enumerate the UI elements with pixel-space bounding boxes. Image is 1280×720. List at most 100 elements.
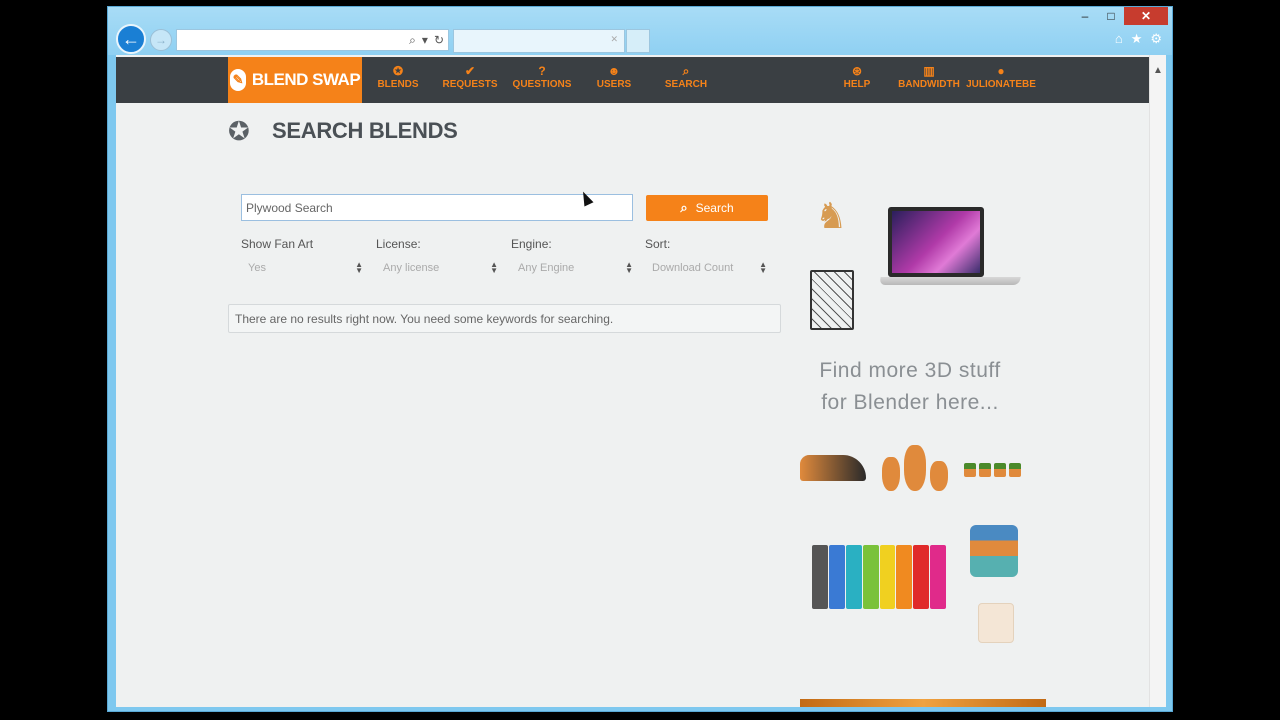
laptop-image bbox=[888, 207, 984, 277]
blender-icon: ✪ bbox=[392, 64, 404, 78]
blender-icon: ✪ bbox=[228, 116, 250, 146]
select-arrows-icon: ▲ ▼ bbox=[625, 260, 633, 275]
select-arrows-icon: ▲ ▼ bbox=[759, 260, 767, 275]
minimize-button[interactable]: – bbox=[1072, 7, 1098, 25]
filter-label: Engine: bbox=[511, 237, 552, 251]
page-viewport: ✎ BLEND SWAP ✪ BLENDS ✔ REQUESTS ? QUEST… bbox=[116, 55, 1166, 707]
search-button-label: Search bbox=[695, 201, 734, 215]
chevron-up-icon[interactable]: ▲ bbox=[1153, 65, 1163, 76]
nav-label: BLENDS bbox=[377, 79, 419, 90]
select-value: Any Engine bbox=[518, 262, 575, 274]
nav-requests[interactable]: ✔ REQUESTS bbox=[438, 63, 502, 90]
ad-text: Find more 3D stuff for Blender here... bbox=[810, 355, 1010, 419]
select-arrows-icon: ▲ ▼ bbox=[490, 260, 498, 275]
search-button[interactable]: ⌕ Search bbox=[646, 195, 768, 221]
nav-users[interactable]: ☻ USERS bbox=[582, 63, 646, 90]
gear-icon[interactable]: ⚙ bbox=[1150, 31, 1162, 47]
browser-tab[interactable]: ✕ bbox=[453, 29, 625, 53]
star-icon[interactable]: ★ bbox=[1131, 31, 1143, 47]
lamp-image bbox=[978, 603, 1014, 643]
search-input[interactable] bbox=[241, 194, 633, 221]
engine-select[interactable]: Any Engine ▲ ▼ bbox=[511, 259, 633, 277]
filter-license: License: Any license ▲ ▼ bbox=[376, 237, 498, 277]
plant-pot-image bbox=[994, 463, 1006, 477]
nav-label: SEARCH bbox=[664, 79, 708, 90]
sidebar-ad[interactable]: ♞ Find more 3D stuff for Blender here... bbox=[800, 185, 1046, 707]
user-icon: ● bbox=[997, 64, 1005, 78]
back-button[interactable]: ← bbox=[116, 24, 146, 54]
vase-image bbox=[904, 445, 926, 491]
select-value: Download Count bbox=[652, 262, 734, 274]
nav-user[interactable]: ● JULIONATEBE bbox=[966, 63, 1036, 90]
vases-image bbox=[882, 441, 952, 491]
nav-label: REQUESTS bbox=[442, 79, 498, 90]
logo-text: BLEND SWAP bbox=[251, 70, 361, 89]
select-value: Yes bbox=[248, 262, 266, 274]
refresh-icon[interactable]: ↻ bbox=[434, 33, 444, 48]
ipod-image bbox=[930, 545, 946, 609]
banner-strip-image bbox=[800, 699, 1046, 707]
vertical-scrollbar[interactable]: ▲ bbox=[1149, 55, 1166, 707]
lifebuoy-icon: ⊛ bbox=[851, 64, 863, 78]
nav-search[interactable]: ⌕ SEARCH bbox=[654, 63, 718, 90]
users-icon: ☻ bbox=[607, 64, 621, 78]
search-icon: ⌕ bbox=[682, 64, 690, 78]
license-select[interactable]: Any license ▲ ▼ bbox=[376, 259, 498, 277]
laptop-base-image bbox=[879, 277, 1021, 285]
nav-help[interactable]: ⊛ HELP bbox=[825, 63, 889, 90]
arrow-right-icon: → bbox=[155, 33, 167, 47]
filter-label: License: bbox=[376, 237, 421, 251]
ipod-image bbox=[828, 545, 845, 609]
arrow-left-icon: ← bbox=[122, 28, 140, 49]
question-icon: ? bbox=[538, 64, 546, 78]
window-controls: – □ ✕ bbox=[1072, 7, 1168, 25]
ipod-image bbox=[913, 545, 930, 609]
ipod-image bbox=[862, 545, 879, 609]
ipod-image bbox=[845, 545, 862, 609]
logo-icon: ✎ bbox=[229, 69, 246, 91]
filter-engine: Engine: Any Engine ▲ ▼ bbox=[511, 237, 633, 277]
close-tab-icon[interactable]: ✕ bbox=[610, 34, 618, 45]
jars-image bbox=[970, 525, 1018, 577]
nav-label: HELP bbox=[843, 79, 871, 90]
vase-image bbox=[930, 461, 948, 491]
bar-chart-icon: ▥ bbox=[923, 64, 935, 78]
plant-pot-image bbox=[1009, 463, 1021, 477]
ipods-image bbox=[812, 545, 946, 609]
filter-sort: Sort: Download Count ▲ ▼ bbox=[645, 237, 767, 277]
maximize-button[interactable]: □ bbox=[1098, 7, 1124, 25]
ipod-image bbox=[812, 545, 828, 609]
ipod-image bbox=[896, 545, 913, 609]
browser-toolbar: – □ ✕ ← → ⌕ ▾ ↻ ✕ ⌂ ★ ⚙ bbox=[108, 7, 1172, 55]
page-title-text: SEARCH BLENDS bbox=[272, 118, 458, 143]
address-bar[interactable]: ⌕ ▾ ↻ bbox=[176, 29, 449, 51]
home-icon[interactable]: ⌂ bbox=[1115, 31, 1123, 47]
chevron-down-icon[interactable]: ▾ bbox=[422, 33, 428, 48]
browser-tools: ⌂ ★ ⚙ bbox=[1115, 31, 1162, 47]
search-icon: ⌕ bbox=[680, 200, 688, 215]
forward-button[interactable]: → bbox=[150, 29, 172, 51]
no-results-message: There are no results right now. You need… bbox=[228, 304, 781, 333]
ad-line-1: Find more 3D stuff bbox=[819, 359, 1001, 382]
sort-select[interactable]: Download Count ▲ ▼ bbox=[645, 259, 767, 277]
plants-image bbox=[964, 455, 1030, 477]
nav-blends[interactable]: ✪ BLENDS bbox=[366, 63, 430, 90]
dinosaur-image: ♞ bbox=[815, 195, 848, 236]
check-icon: ✔ bbox=[464, 64, 476, 78]
close-button[interactable]: ✕ bbox=[1124, 7, 1168, 25]
plant-pot-image bbox=[964, 463, 976, 477]
browser-window: – □ ✕ ← → ⌕ ▾ ↻ ✕ ⌂ ★ ⚙ ✎ BLEND SWAP ✪ B… bbox=[107, 6, 1173, 712]
new-tab-button[interactable] bbox=[626, 29, 650, 53]
ad-line-2: for Blender here... bbox=[821, 391, 999, 414]
ipod-image bbox=[879, 545, 896, 609]
nav-questions[interactable]: ? QUESTIONS bbox=[510, 63, 574, 90]
site-logo[interactable]: ✎ BLEND SWAP bbox=[228, 57, 362, 103]
fan-art-select[interactable]: Yes ▲ ▼ bbox=[241, 259, 363, 277]
plant-pot-image bbox=[979, 463, 991, 477]
search-icon[interactable]: ⌕ bbox=[409, 33, 416, 48]
page-title: ✪ SEARCH BLENDS bbox=[228, 117, 458, 145]
nav-bandwidth[interactable]: ▥ BANDWIDTH bbox=[897, 63, 961, 90]
nav-label: QUESTIONS bbox=[512, 79, 572, 90]
chair-image bbox=[810, 270, 854, 330]
select-value: Any license bbox=[383, 262, 440, 274]
